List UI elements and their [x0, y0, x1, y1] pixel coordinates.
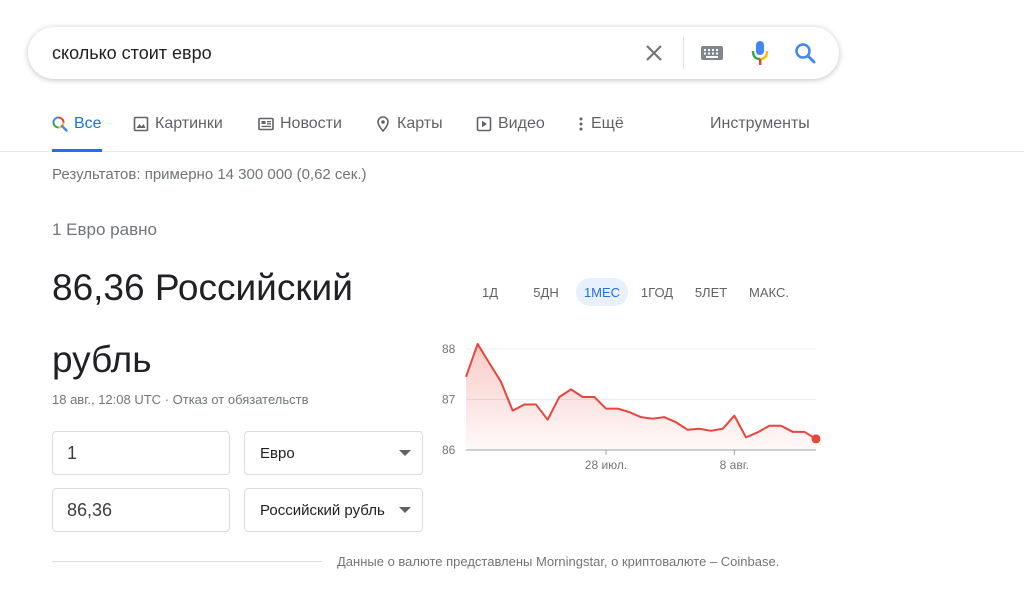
chevron-down-icon — [399, 450, 411, 456]
tab-more[interactable]: Ещё — [577, 100, 624, 152]
footer-divider — [52, 561, 322, 562]
image-icon — [133, 116, 149, 132]
search-icon — [795, 43, 816, 64]
tab-video[interactable]: Видео — [476, 100, 545, 152]
search-multicolor-icon — [52, 116, 68, 132]
range-1m[interactable]: 1МЕС — [576, 278, 628, 306]
y-tick-label: 87 — [442, 393, 456, 407]
search-input[interactable] — [52, 27, 642, 79]
separator-dot: · — [164, 392, 173, 407]
news-icon — [258, 116, 274, 132]
play-icon — [476, 116, 492, 132]
tab-label: Все — [74, 115, 102, 132]
from-currency-label: Евро — [260, 444, 295, 462]
range-max[interactable]: МАКС. — [744, 278, 794, 306]
tab-all[interactable]: Все — [52, 100, 102, 152]
tab-images[interactable]: Картинки — [133, 100, 223, 152]
to-amount-input[interactable] — [52, 488, 230, 532]
data-source-note: Данные о валюте представлены Morningstar… — [337, 554, 780, 569]
range-5d[interactable]: 5ДН — [526, 278, 566, 306]
equals-label: 1 Евро равно — [52, 220, 157, 239]
range-1y[interactable]: 1ГОД — [636, 278, 678, 306]
to-currency-label: Российский рубль — [260, 501, 385, 519]
tab-maps[interactable]: Карты — [375, 100, 443, 152]
search-box[interactable] — [28, 27, 839, 79]
chart-area — [466, 343, 816, 450]
search-divider — [683, 37, 684, 69]
chevron-down-icon — [399, 507, 411, 513]
microphone-icon — [751, 41, 769, 65]
tools-button[interactable]: Инструменты — [710, 100, 810, 152]
keyboard-button[interactable] — [696, 37, 728, 69]
tab-label: Новости — [280, 115, 342, 132]
result-stats: Результатов: примерно 14 300 000 (0,62 с… — [52, 166, 367, 183]
close-icon — [646, 45, 662, 61]
range-5y[interactable]: 5ЛЕТ — [690, 278, 732, 306]
tab-news[interactable]: Новости — [258, 100, 342, 152]
timestamp-text: 18 авг., 12:08 UTC — [52, 392, 162, 407]
more-vertical-icon — [577, 116, 585, 132]
x-tick-label: 8 авг. — [720, 458, 749, 472]
disclaimer-link[interactable]: Отказ от обязательств — [173, 392, 309, 407]
range-1d[interactable]: 1Д — [474, 278, 506, 306]
x-tick-label: 28 июл. — [585, 458, 627, 472]
search-submit-button[interactable] — [789, 37, 821, 69]
from-currency-select[interactable]: Евро — [244, 431, 423, 475]
voice-search-button[interactable] — [744, 37, 776, 69]
y-tick-label: 88 — [442, 342, 456, 356]
exchange-rate-chart[interactable]: 88 87 86 28 июл. 8 авг. — [436, 332, 826, 482]
to-currency-select[interactable]: Российский рубль — [244, 488, 423, 532]
tab-label: Видео — [498, 115, 545, 132]
conversion-result: 86,36 Российский рубль — [52, 267, 353, 380]
tab-label: Картинки — [155, 115, 223, 132]
y-tick-label: 86 — [442, 443, 456, 457]
tools-label: Инструменты — [710, 115, 810, 132]
keyboard-icon — [701, 46, 723, 60]
tab-label: Ещё — [591, 115, 624, 132]
chart-end-point — [811, 434, 821, 444]
tab-label: Карты — [397, 115, 443, 132]
rate-timestamp: 18 авг., 12:08 UTC · Отказ от обязательс… — [52, 392, 309, 407]
map-pin-icon — [375, 116, 391, 132]
from-amount-input[interactable] — [52, 431, 230, 475]
clear-button[interactable] — [638, 37, 670, 69]
search-tabs: Все Картинки Новости Карты Видео Ещё Инс… — [0, 100, 1024, 152]
